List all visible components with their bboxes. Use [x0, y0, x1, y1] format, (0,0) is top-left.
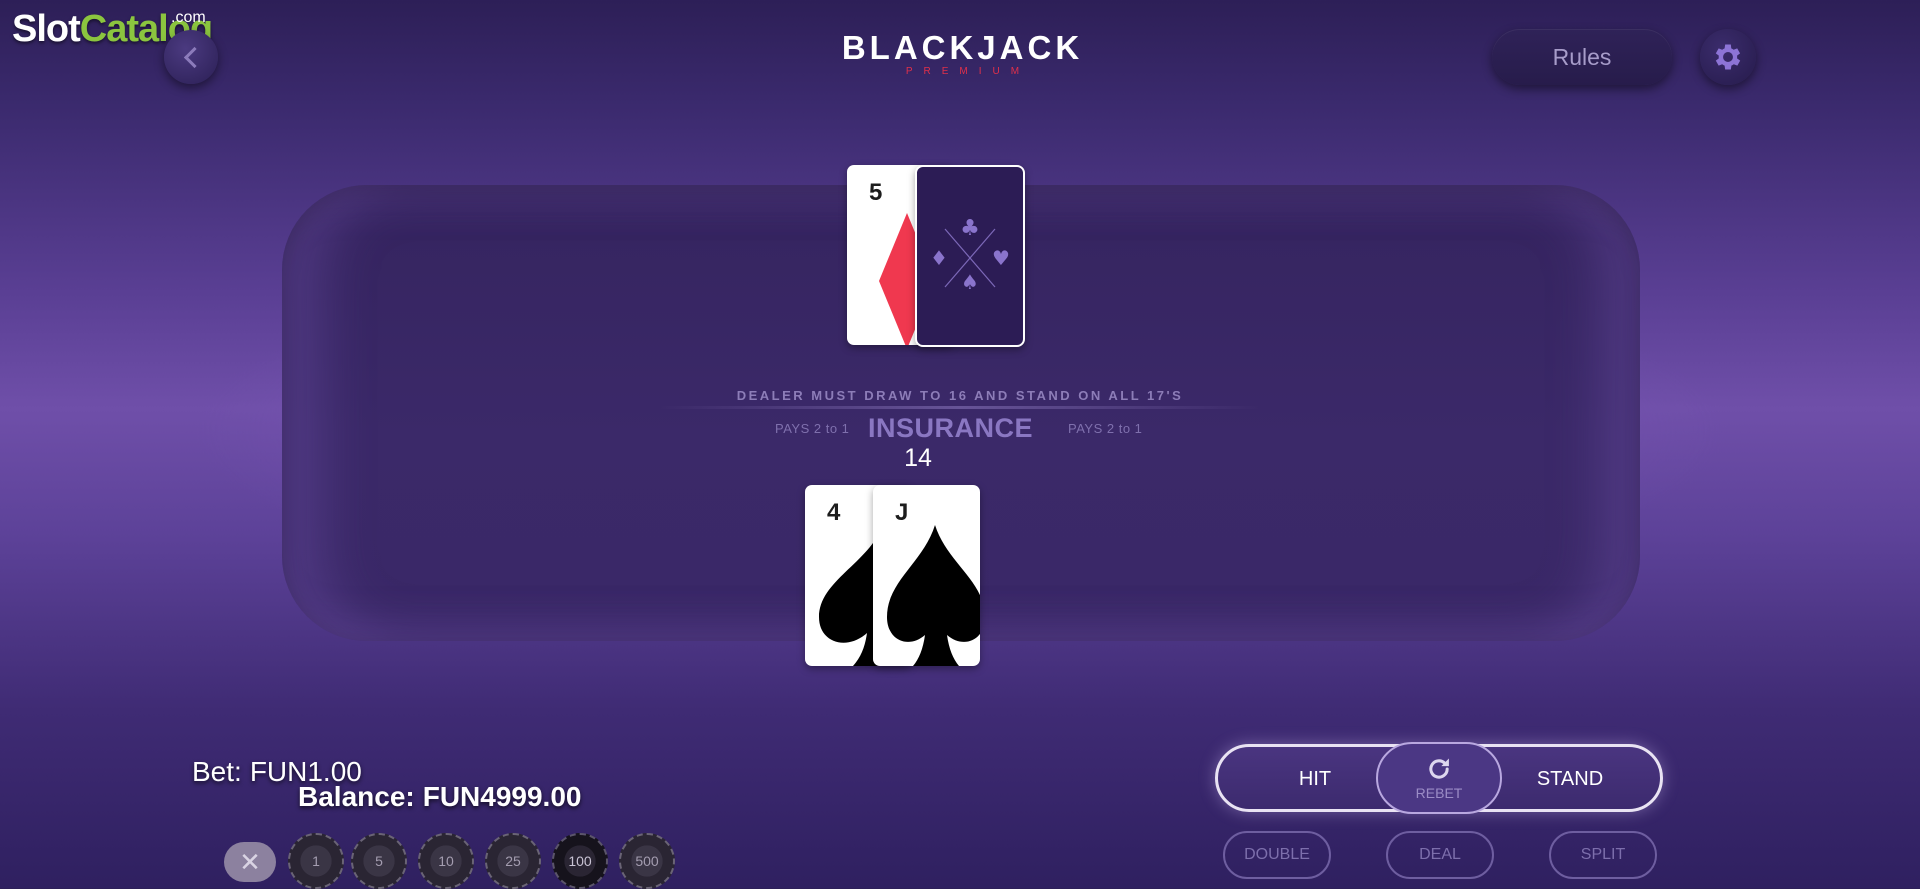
svg-text:♦: ♦ [930, 246, 948, 270]
svg-text:♠: ♠ [961, 270, 979, 294]
watermark-slot: Slot [12, 8, 81, 50]
back-button[interactable] [164, 30, 218, 84]
spade-suit-icon [887, 525, 980, 666]
player-hand-total: 14 [904, 444, 932, 472]
rebet-label: REBET [1415, 785, 1463, 801]
deal-button[interactable]: DEAL [1386, 831, 1494, 879]
watermark-suffix: .com [171, 9, 206, 26]
gear-icon [1715, 44, 1741, 70]
svg-text:♥: ♥ [992, 246, 1010, 270]
insurance-pays-right: PAYS 2 to 1 [1068, 421, 1143, 436]
insurance-label: INSURANCE [868, 413, 1034, 443]
chip-1[interactable]: 1 [288, 833, 344, 889]
card-back-pattern-icon: ♣ ♠ ♦ ♥ [930, 216, 1010, 294]
chip-5[interactable]: 5 [351, 833, 407, 889]
balance-label: Balance: [298, 781, 415, 812]
clear-bet-button[interactable]: ✕ [224, 842, 276, 882]
bet-label: Bet: [192, 756, 242, 787]
rebet-button[interactable]: REBET [1376, 742, 1502, 814]
settings-button[interactable] [1700, 29, 1756, 85]
rules-button[interactable]: Rules [1492, 29, 1672, 85]
split-button[interactable]: SPLIT [1549, 831, 1657, 879]
balance-value: FUN4999.00 [422, 781, 582, 812]
hit-button[interactable]: HIT [1265, 762, 1365, 796]
game-logo: BLACKJACK PREMIUM [840, 29, 1085, 78]
chevron-left-icon [183, 46, 205, 68]
player-card-2: J [873, 485, 980, 666]
logo-title: BLACKJACK [841, 29, 1084, 66]
svg-text:♣: ♣ [960, 216, 980, 241]
logo-subtitle: PREMIUM [905, 66, 1031, 77]
balance-display: Balance: FUN4999.00 [298, 781, 589, 813]
dealer-card-2-facedown: ♣ ♠ ♦ ♥ [915, 165, 1025, 347]
refresh-icon [1429, 758, 1449, 779]
insurance-pays-left: PAYS 2 to 1 [775, 421, 850, 436]
double-button[interactable]: DOUBLE [1223, 831, 1331, 879]
dealer-rule-text: DEALER MUST DRAW TO 16 AND STAND ON ALL … [736, 388, 1184, 403]
chip-500[interactable]: 500 [619, 833, 675, 889]
close-icon: ✕ [239, 846, 261, 877]
chip-25[interactable]: 25 [485, 833, 541, 889]
chip-10[interactable]: 10 [418, 833, 474, 889]
stand-button[interactable]: STAND [1520, 762, 1620, 796]
chip-100[interactable]: 100 [552, 833, 608, 889]
rule-divider [660, 406, 1260, 409]
